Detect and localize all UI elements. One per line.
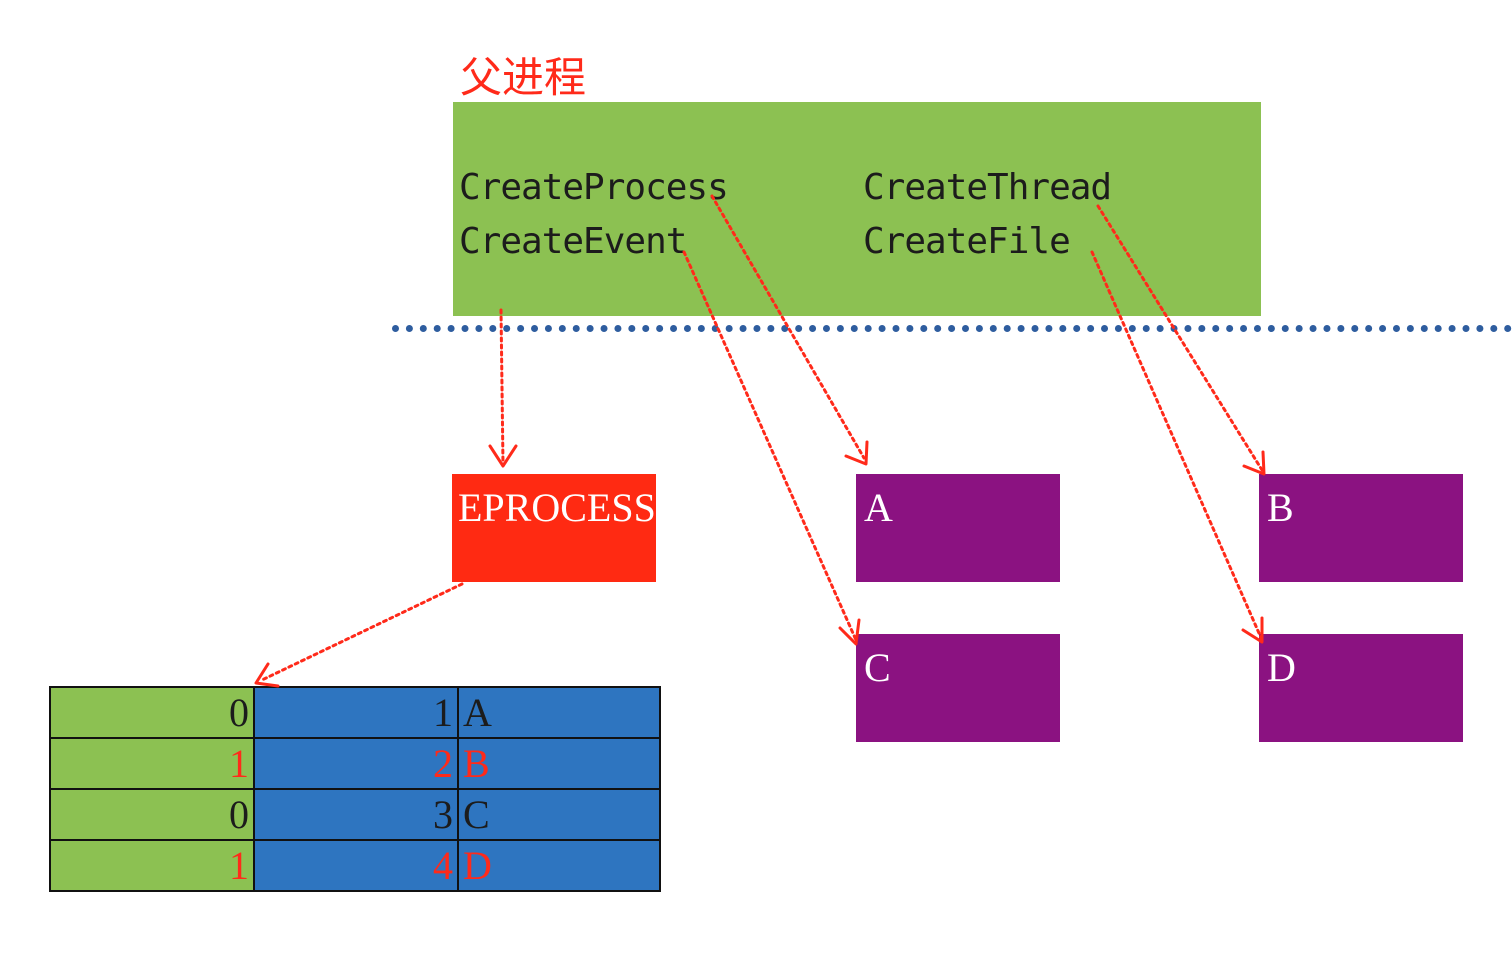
- handle-flag-cell: 1: [49, 839, 255, 892]
- func-create-thread: CreateThread: [863, 167, 1112, 208]
- handle-index-cell: 1: [253, 686, 459, 739]
- handle-index-cell: 4: [253, 839, 459, 892]
- kernel-object-d-label: D: [1267, 645, 1296, 690]
- arrowhead-table: [254, 662, 280, 688]
- handle-object-cell: D: [457, 839, 661, 892]
- eprocess-box: EPROCESS: [452, 474, 656, 582]
- table-row: 1 4 D: [49, 839, 661, 892]
- func-create-event: CreateEvent: [459, 221, 687, 262]
- handle-object-cell: C: [457, 788, 661, 841]
- table-row: 1 2 B: [49, 737, 661, 790]
- arrowhead-eprocess: [488, 444, 518, 468]
- table-row: 0 3 C: [49, 788, 661, 841]
- parent-process-box: CreateProcess CreateThread CreateEvent C…: [453, 102, 1261, 316]
- arrowhead-a: [844, 440, 869, 466]
- arrowhead-b: [1242, 450, 1266, 476]
- eprocess-label: EPROCESS: [458, 485, 656, 530]
- arrow-to-eprocess: [499, 308, 505, 466]
- kernel-object-d: D: [1259, 634, 1463, 742]
- handle-flag-cell: 0: [49, 788, 255, 841]
- func-create-process: CreateProcess: [459, 167, 729, 208]
- handle-index-cell: 2: [253, 737, 459, 790]
- kernel-boundary-line: [392, 325, 1512, 332]
- handle-index-cell: 3: [253, 788, 459, 841]
- kernel-object-a: A: [856, 474, 1060, 582]
- kernel-object-b: B: [1259, 474, 1463, 582]
- handle-object-cell: B: [457, 737, 661, 790]
- kernel-object-a-label: A: [864, 485, 893, 530]
- handle-table: 0 1 A 1 2 B 0 3 C 1 4 D: [49, 686, 661, 892]
- table-row: 0 1 A: [49, 686, 661, 739]
- kernel-object-b-label: B: [1267, 485, 1294, 530]
- parent-process-title: 父进程: [460, 53, 587, 102]
- func-create-file: CreateFile: [863, 221, 1071, 262]
- handle-flag-cell: 0: [49, 686, 255, 739]
- handle-flag-cell: 1: [49, 737, 255, 790]
- handle-object-cell: A: [457, 686, 661, 739]
- arrow-eprocess-to-table: [260, 582, 464, 682]
- kernel-object-c-label: C: [864, 645, 891, 690]
- kernel-object-c: C: [856, 634, 1060, 742]
